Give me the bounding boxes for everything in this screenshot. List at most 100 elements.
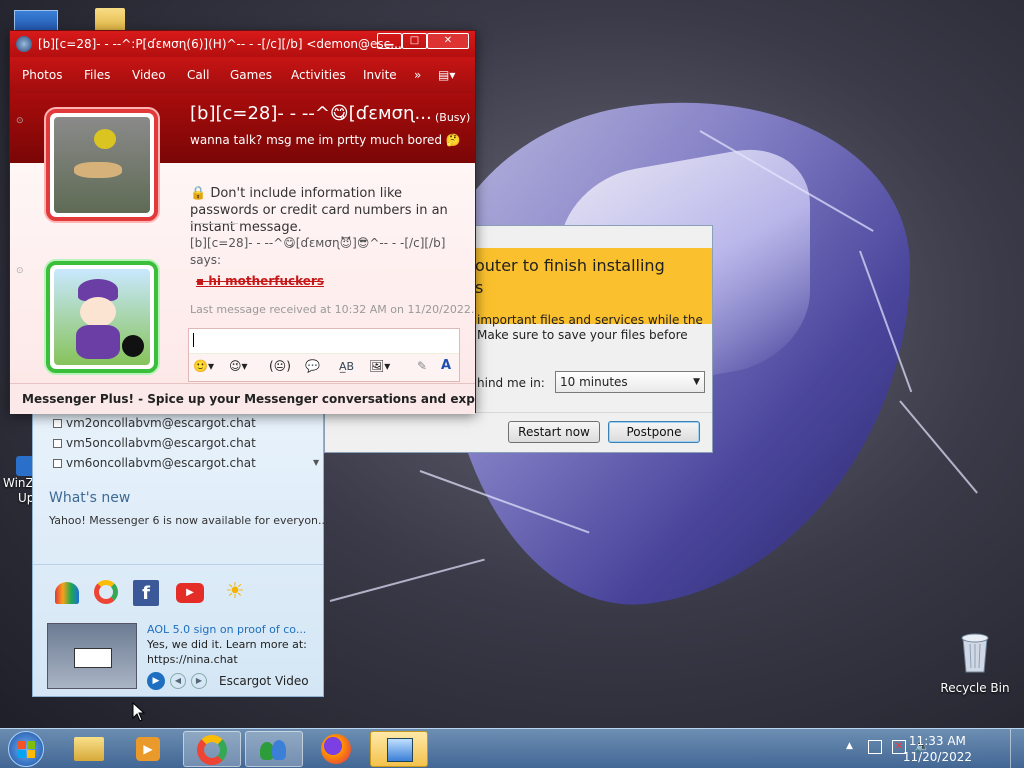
voice-clip-icon[interactable]: 💬: [305, 359, 320, 373]
window-title: [b][c=28]- - --^:P[ɗɛмσɳ(6)](H)^-- - -[/…: [38, 37, 402, 51]
whats-new-link[interactable]: Yahoo! Messenger 6 is now available for …: [49, 514, 329, 527]
avatar-image: [54, 117, 150, 213]
video-title-link[interactable]: AOL 5.0 sign on proof of co...: [147, 623, 306, 636]
restart-now-button[interactable]: Restart now: [508, 421, 600, 443]
background-icon[interactable]: 🖼▾: [369, 359, 390, 373]
weather-icon[interactable]: ☀: [223, 580, 247, 604]
format-toolbar: 🙂▾ 😉▾ (😐) 💬 A̲B 🖼▾ ✎ A: [189, 353, 459, 381]
avatar-image: [54, 269, 150, 365]
menu-call[interactable]: Call: [187, 57, 209, 93]
start-button[interactable]: [8, 731, 44, 767]
show-hidden-icons[interactable]: ▲: [846, 741, 853, 751]
video-url[interactable]: https://nina.chat: [147, 653, 238, 666]
last-message-timestamp: Last message received at 10:32 AM on 11/…: [190, 303, 475, 316]
chevron-down-icon[interactable]: ▼: [313, 458, 319, 467]
maximize-button[interactable]: □: [402, 33, 427, 49]
banner-heading: outer to finish installing: [475, 256, 665, 275]
options-menu-icon[interactable]: ▤▾: [438, 57, 455, 93]
chat-window: [b][c=28]- - --^:P[ɗɛмσɳ(6)](H)^-- - -[/…: [9, 30, 476, 414]
taskbar-windows-update[interactable]: [370, 731, 428, 767]
action-center-icon[interactable]: [868, 740, 882, 754]
lightning-bolt: [899, 400, 978, 494]
says-label: says:: [190, 253, 222, 267]
desktop-icon-label: WinZ: [3, 476, 34, 490]
taskbar-explorer[interactable]: [60, 731, 118, 767]
list-item[interactable]: vm2oncollabvm@escargot.chat: [53, 416, 256, 430]
facebook-icon[interactable]: f: [133, 580, 159, 606]
wink-icon[interactable]: 😉▾: [229, 359, 248, 373]
video-description: Yes, we did it. Learn more at:: [147, 638, 307, 651]
contact-status-icon: [53, 419, 62, 428]
taskbar-media-player[interactable]: ▶: [120, 731, 178, 767]
chat-menubar: Photos Files Video Call Games Activities…: [10, 57, 475, 93]
menu-photos[interactable]: Photos: [22, 57, 62, 93]
chrome-icon[interactable]: [94, 580, 118, 604]
taskbar-messenger[interactable]: [245, 731, 303, 767]
video-thumbnail[interactable]: [47, 623, 137, 689]
firefox-icon: [321, 734, 351, 764]
handwriting-icon[interactable]: ✎: [417, 359, 427, 373]
chevron-down-icon: ▼: [693, 377, 700, 387]
chat-message: ▪ hi motherfuckers: [196, 274, 324, 288]
desktop-icon-recycle-bin[interactable]: Recycle Bin: [935, 630, 1015, 695]
remind-label: hind me in:: [477, 376, 545, 390]
youtube-icon[interactable]: ▶: [176, 583, 204, 603]
collapse-icon[interactable]: ⊙: [16, 266, 24, 276]
show-desktop-button[interactable]: [1010, 729, 1024, 768]
emoticon-icon[interactable]: 🙂▾: [193, 359, 214, 373]
text-cursor: [193, 333, 194, 347]
whats-new-heading: What's new: [49, 490, 131, 506]
dialog-body-2: Make sure to save your files before: [477, 328, 688, 342]
video-source: Escargot Video: [219, 674, 309, 688]
close-button[interactable]: ✕: [427, 33, 469, 49]
spell-check-icon[interactable]: A̲B: [339, 360, 354, 373]
messenger-people-icon: [260, 738, 288, 762]
taskbar-chrome[interactable]: [183, 731, 241, 767]
menu-files[interactable]: Files: [84, 57, 110, 93]
previous-icon[interactable]: ◀: [170, 673, 186, 689]
more-menu-icon[interactable]: »: [414, 57, 421, 93]
collapse-icon[interactable]: ⊙: [16, 116, 24, 126]
chrome-icon: [197, 735, 227, 765]
clock-date: 11/20/2022: [902, 750, 972, 764]
list-item[interactable]: vm5oncollabvm@escargot.chat: [53, 436, 256, 450]
lightning-bolt: [329, 558, 485, 602]
media-player-icon: ▶: [136, 737, 160, 761]
msn-butterfly-icon[interactable]: [55, 582, 79, 604]
menu-activities[interactable]: Activities: [291, 57, 346, 93]
mouse-cursor-icon: [132, 702, 146, 722]
clock-time: 11:33 AM: [908, 734, 966, 748]
windows-update-icon: [387, 738, 413, 762]
contact-status: (Busy): [435, 111, 471, 124]
contact-name: [b][c=28]- - --^😋[ɗɛмσɳ...: [190, 103, 432, 124]
minimize-button[interactable]: ▁: [377, 33, 402, 49]
messenger-plus-banner[interactable]: Messenger Plus! - Spice up your Messenge…: [10, 383, 475, 414]
divider: [33, 564, 323, 565]
recycle-bin-label: Recycle Bin: [940, 681, 1010, 695]
messenger-main-window: vm2oncollabvm@escargot.chat vm5oncollabv…: [32, 405, 329, 697]
menu-invite[interactable]: Invite: [363, 57, 397, 93]
sender-name: [b][c=28]- - --^😋[ɗɛмσɳ😈]😎^-- - -[/c][/b…: [190, 236, 446, 250]
list-item[interactable]: vm6oncollabvm@escargot.chat: [53, 456, 256, 470]
warning-icon: 🔒: [190, 186, 211, 201]
menu-video[interactable]: Video: [132, 57, 166, 93]
divider: [190, 223, 238, 224]
menu-games[interactable]: Games: [230, 57, 272, 93]
contact-status-icon: [53, 439, 62, 448]
message-input[interactable]: 🙂▾ 😉▾ (😐) 💬 A̲B 🖼▾ ✎ A: [188, 328, 460, 382]
clock[interactable]: 11:33 AM 11/20/2022: [903, 733, 972, 765]
remind-interval-select[interactable]: 10 minutes ▼: [555, 371, 705, 393]
postpone-button[interactable]: Postpone: [608, 421, 700, 443]
play-icon[interactable]: ▶: [147, 672, 165, 690]
folder-icon: [74, 737, 104, 761]
contact-avatar[interactable]: [46, 109, 158, 221]
recycle-bin-icon: [961, 633, 989, 673]
messenger-icon: [16, 36, 32, 52]
taskbar-firefox[interactable]: [308, 731, 366, 767]
user-avatar[interactable]: [46, 261, 158, 373]
taskbar: ▶ ▲ ✕ 🔈 11:33 AM 11/20/2022: [0, 728, 1024, 768]
font-icon[interactable]: A: [441, 358, 451, 373]
next-icon[interactable]: ▶: [191, 673, 207, 689]
personal-message: wanna talk? msg me im prtty much bored 🤔: [190, 133, 461, 147]
nudge-icon[interactable]: (😐): [269, 359, 291, 373]
